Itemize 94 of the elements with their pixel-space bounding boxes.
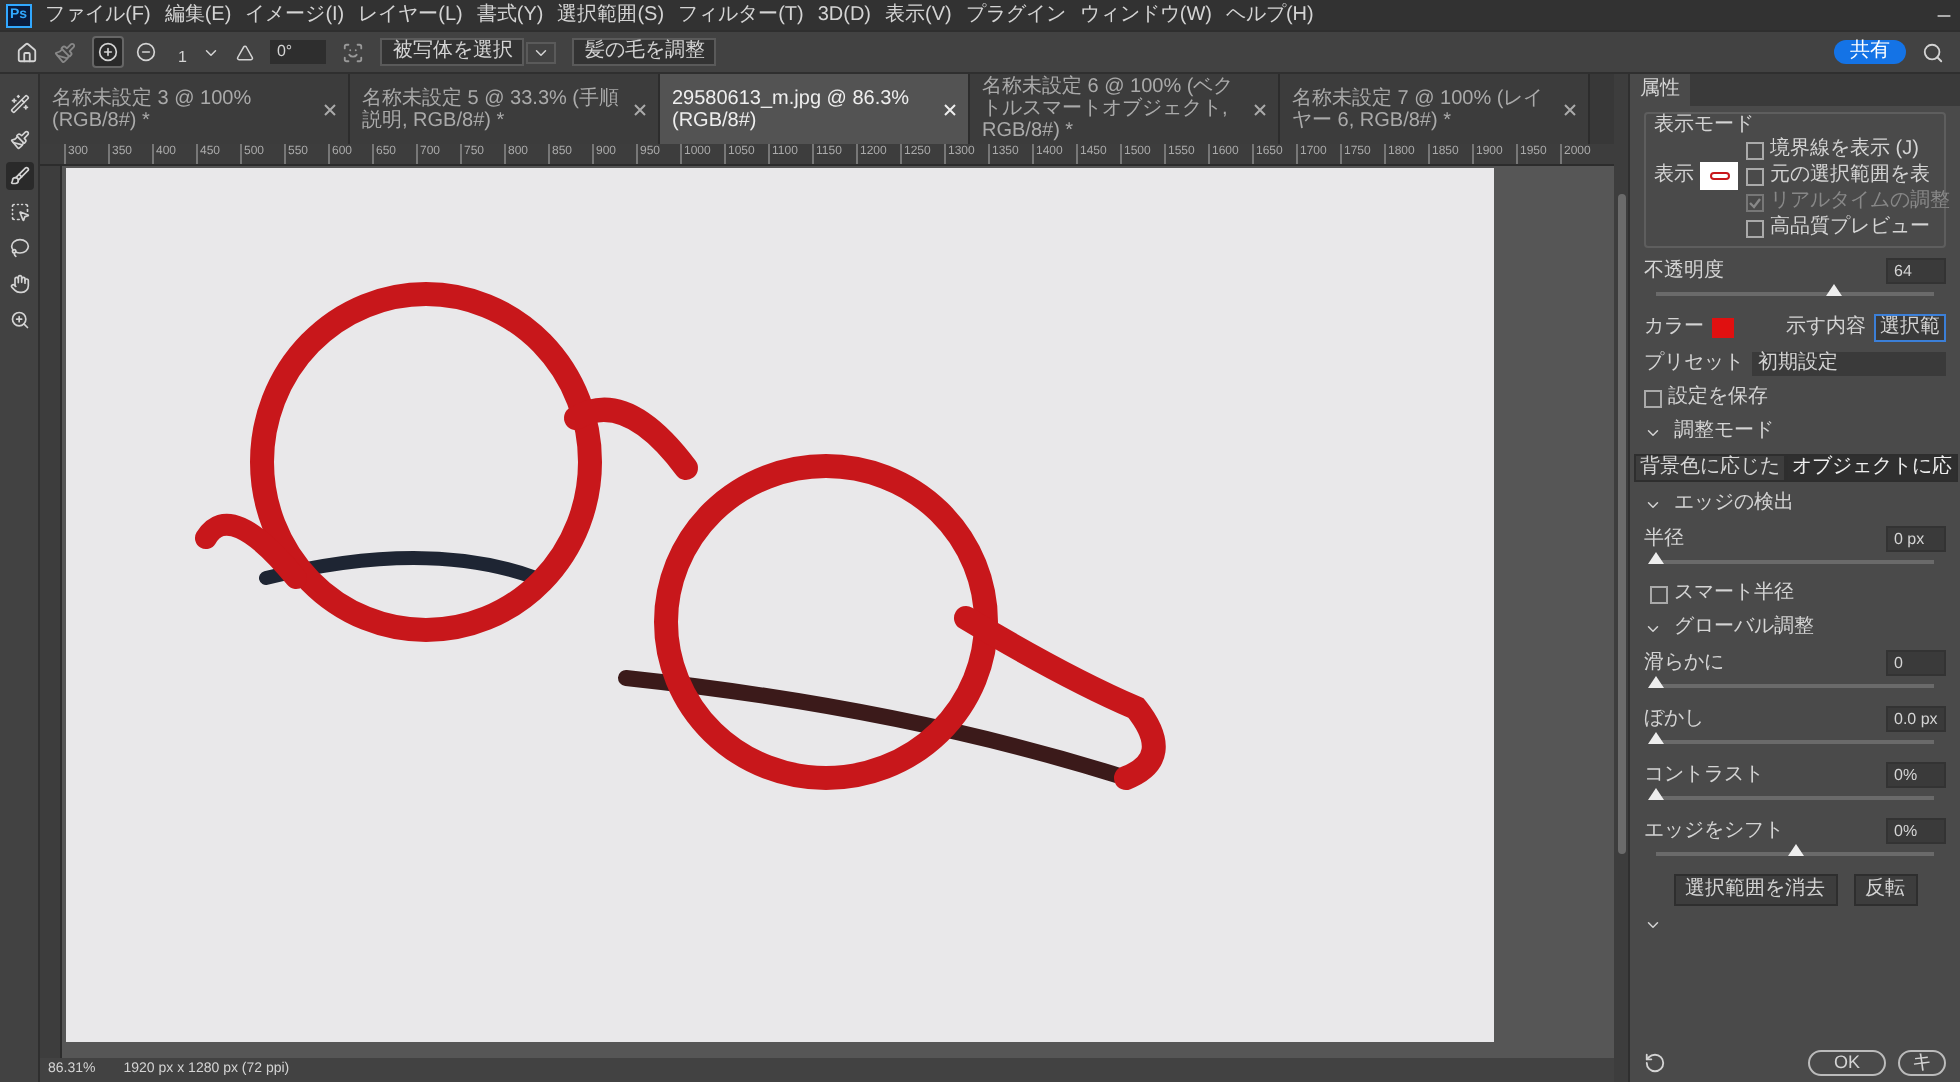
slider-label: 半径: [1644, 527, 1684, 551]
checkbox[interactable]: [1746, 141, 1764, 159]
slider-thumb[interactable]: [1648, 552, 1664, 564]
checkbox[interactable]: [1746, 219, 1764, 237]
clear-selection-button[interactable]: 選択範囲を消去: [1673, 874, 1837, 906]
select-subject-button[interactable]: 被写体を選択: [380, 38, 525, 66]
menu-item[interactable]: 表示(V): [885, 2, 952, 28]
share-button[interactable]: 共有: [1834, 40, 1906, 64]
close-icon[interactable]: [1564, 103, 1576, 115]
menu-item[interactable]: ファイル(F): [45, 2, 151, 28]
slider-label: 不透明度: [1644, 259, 1724, 283]
slider-label: 滑らかに: [1644, 651, 1724, 675]
brush-icon[interactable]: [5, 162, 33, 190]
refine-hair-button[interactable]: 髪の毛を調整: [572, 38, 717, 66]
tab-label: 名称未設定 6 @ 100% (ベクトルスマートオブジェクト, RGB/8#) *: [982, 76, 1236, 142]
menu-item[interactable]: 書式(Y): [476, 2, 544, 28]
document-tab[interactable]: 名称未設定 5 @ 33.3% (手順説明, RGB/8#) *: [350, 74, 660, 144]
menu-item[interactable]: 3D(D): [817, 2, 872, 28]
slider-label: エッジをシフト: [1644, 819, 1784, 843]
slider-thumb[interactable]: [1825, 284, 1842, 296]
checkbox-label: スマート半径: [1674, 582, 1794, 606]
invert-button[interactable]: 反転: [1853, 874, 1917, 906]
section-title: グローバル調整: [1674, 616, 1814, 640]
close-icon[interactable]: [634, 103, 646, 115]
mode-button[interactable]: 背景色に応じた: [1634, 454, 1786, 482]
checkbox[interactable]: [1644, 389, 1662, 407]
mode-button[interactable]: オブジェクトに応: [1786, 454, 1958, 482]
menu-item[interactable]: 選択範囲(S): [557, 2, 665, 28]
document-tab[interactable]: 名称未設定 6 @ 100% (ベクトルスマートオブジェクト, RGB/8#) *: [970, 74, 1280, 144]
tab-label: 29580613_m.jpg @ 86.3% (RGB/8#): [672, 87, 912, 131]
angle-field[interactable]: 0°: [270, 40, 327, 64]
menu-item[interactable]: 編集(E): [164, 2, 232, 28]
slider-thumb[interactable]: [1648, 676, 1664, 688]
group-title: 表示モード: [1654, 114, 1756, 138]
value-field[interactable]: 0%: [1886, 762, 1946, 788]
preset-label: プリセット: [1644, 352, 1744, 376]
ok-button[interactable]: OK: [1807, 1050, 1886, 1076]
lasso-icon[interactable]: [5, 234, 33, 262]
checkbox-label: 高品質プレビュー: [1770, 216, 1930, 240]
reset-icon[interactable]: [1644, 1052, 1666, 1074]
value-field[interactable]: 64: [1886, 258, 1946, 284]
brush-preset-icon[interactable]: [54, 41, 76, 63]
dropdown-button[interactable]: [526, 41, 557, 63]
select-subject-icon[interactable]: [342, 41, 365, 63]
slider-label: コントラスト: [1644, 763, 1764, 787]
menu-item[interactable]: レイヤー(L): [358, 2, 463, 28]
menu-item[interactable]: ウィンドウ(W): [1079, 2, 1212, 28]
close-icon[interactable]: [324, 103, 336, 115]
indicates-label: 示す内容: [1786, 316, 1866, 340]
scrollbar[interactable]: [1614, 74, 1628, 1082]
document-tab[interactable]: 名称未設定 3 @ 100% (RGB/8#) *: [40, 74, 350, 144]
paintbrush-icon[interactable]: [5, 126, 33, 154]
search-icon[interactable]: [1922, 41, 1944, 63]
view-label: 表示: [1654, 164, 1694, 188]
tab-label: 名称未設定 5 @ 33.3% (手順説明, RGB/8#) *: [362, 87, 622, 131]
checkbox[interactable]: [1650, 585, 1668, 603]
checkbox-label: 元の選択範囲を表: [1770, 164, 1930, 188]
menu-item[interactable]: フィルター(T): [678, 2, 804, 28]
panel-tab[interactable]: 属性: [1630, 74, 1690, 106]
brush-size[interactable]: 1: [178, 48, 187, 68]
slider-thumb[interactable]: [1648, 732, 1664, 744]
value-field[interactable]: 0%: [1886, 818, 1946, 844]
angle-icon: [236, 43, 255, 61]
slider-label: ぼかし: [1644, 707, 1704, 731]
slider-thumb[interactable]: [1787, 844, 1803, 856]
cancel-button[interactable]: キ: [1898, 1050, 1946, 1076]
checkbox[interactable]: [1746, 167, 1764, 185]
checkbox-label: 境界線を表示 (J): [1770, 138, 1919, 162]
color-label: カラー: [1644, 316, 1704, 340]
magic-wand-icon[interactable]: [5, 90, 33, 118]
value-field[interactable]: 0: [1886, 650, 1946, 676]
tab-label: 名称未設定 7 @ 100% (レイヤー 6, RGB/8#) *: [1292, 87, 1546, 131]
document-tab[interactable]: 29580613_m.jpg @ 86.3% (RGB/8#): [660, 74, 970, 144]
menu-item[interactable]: ヘルプ(H): [1225, 2, 1314, 28]
section-title: 調整モード: [1674, 420, 1774, 444]
chevron-icon[interactable]: [1644, 916, 1662, 934]
preset-dropdown[interactable]: 初期設定: [1752, 352, 1946, 376]
add-mode-button[interactable]: [92, 36, 124, 68]
tab-label: 名称未設定 3 @ 100% (RGB/8#) *: [52, 87, 254, 131]
hand-icon[interactable]: [5, 270, 33, 298]
document-tab[interactable]: 名称未設定 7 @ 100% (レイヤー 6, RGB/8#) *: [1280, 74, 1590, 144]
value-field[interactable]: 0.0 px: [1886, 706, 1946, 732]
home-icon[interactable]: [16, 41, 38, 63]
checkbox-label: リアルタイムの調整: [1770, 190, 1950, 214]
close-icon[interactable]: [1254, 103, 1266, 115]
section-title: エッジの検出: [1674, 492, 1794, 516]
indicates-dropdown[interactable]: 選択範: [1874, 314, 1946, 342]
slider-thumb[interactable]: [1648, 788, 1664, 800]
menu-item[interactable]: イメージ(I): [245, 2, 345, 28]
color-swatch[interactable]: [1712, 318, 1734, 338]
menu-item[interactable]: プラグイン: [965, 2, 1066, 28]
view-thumbnail[interactable]: [1700, 162, 1738, 190]
value-field[interactable]: 0 px: [1886, 526, 1946, 552]
checkbox-label: 設定を保存: [1668, 386, 1768, 410]
